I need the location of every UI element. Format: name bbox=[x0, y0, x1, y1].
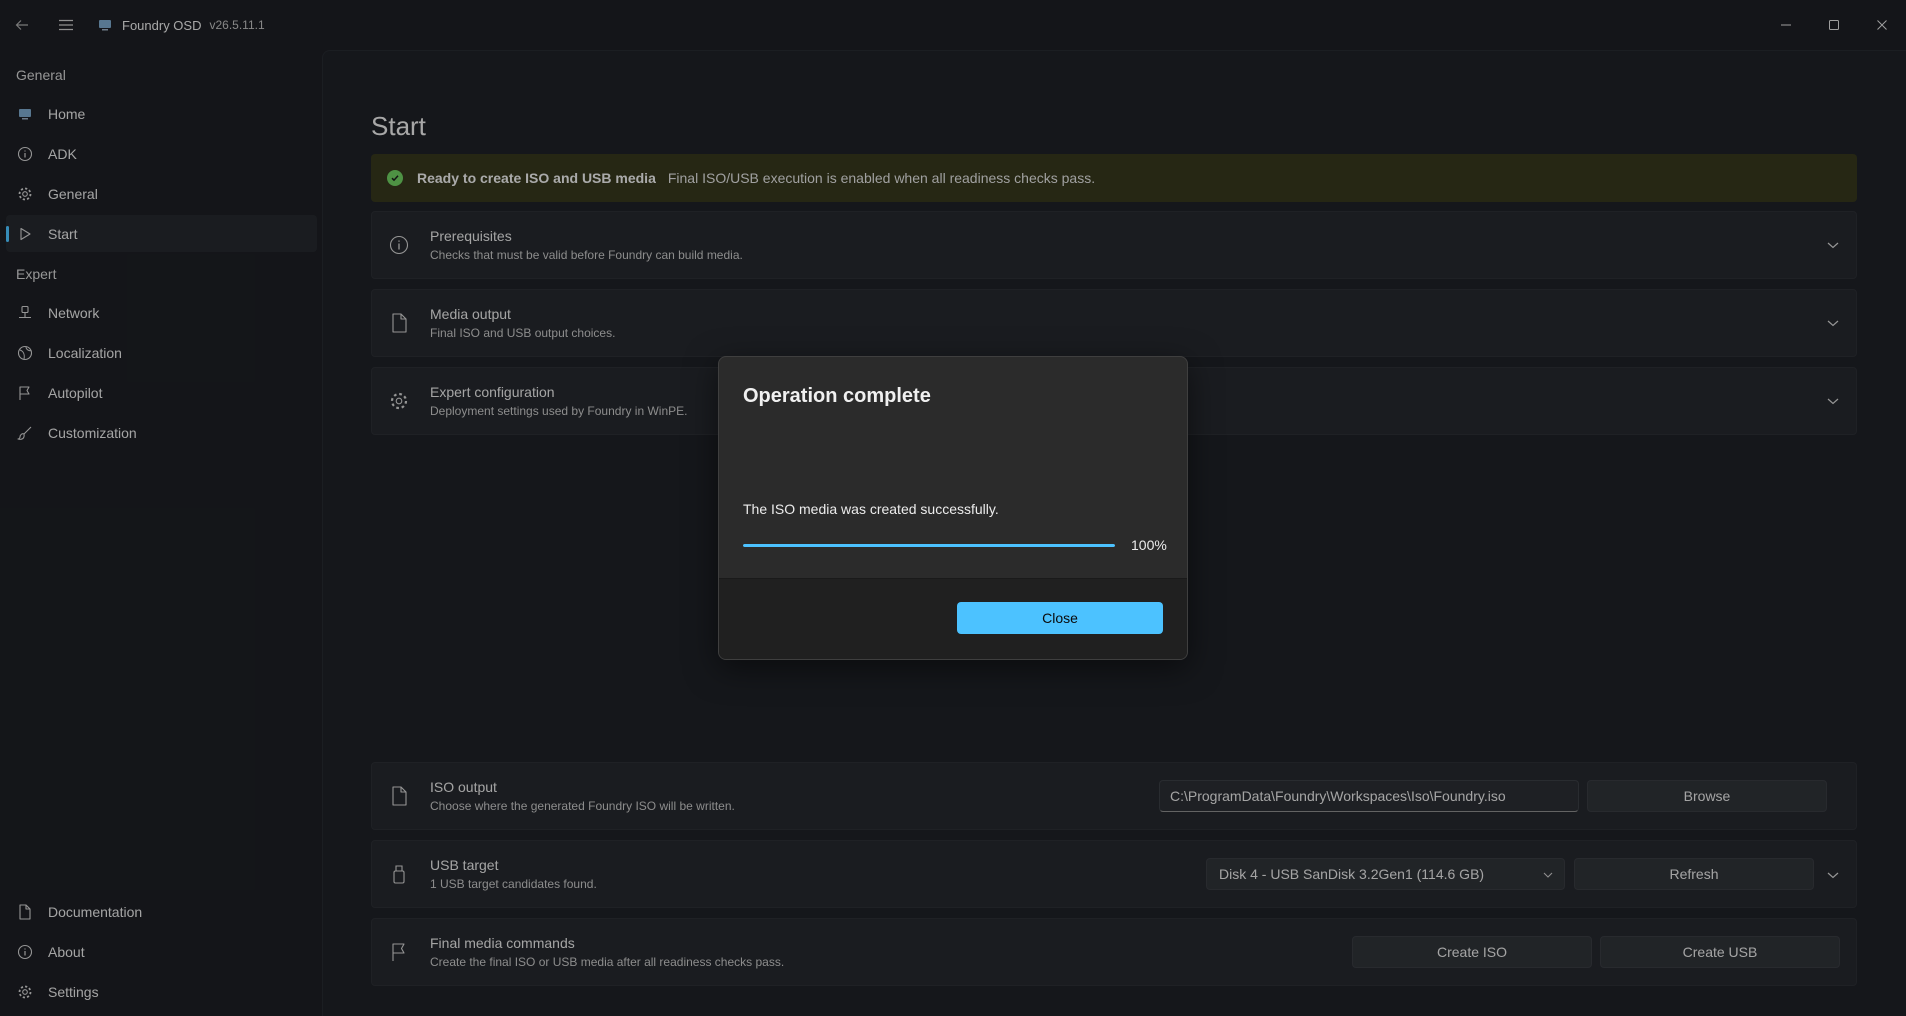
dialog-title: Operation complete bbox=[743, 385, 931, 407]
progress-label: 100% bbox=[1131, 537, 1167, 553]
progress-fill bbox=[743, 544, 1115, 547]
close-button[interactable]: Close bbox=[957, 602, 1163, 634]
operation-complete-dialog: Operation complete The ISO media was cre… bbox=[718, 356, 1188, 660]
progress-bar bbox=[743, 544, 1115, 547]
dialog-footer: Close bbox=[719, 578, 1187, 659]
dialog-message: The ISO media was created successfully. bbox=[743, 501, 999, 517]
